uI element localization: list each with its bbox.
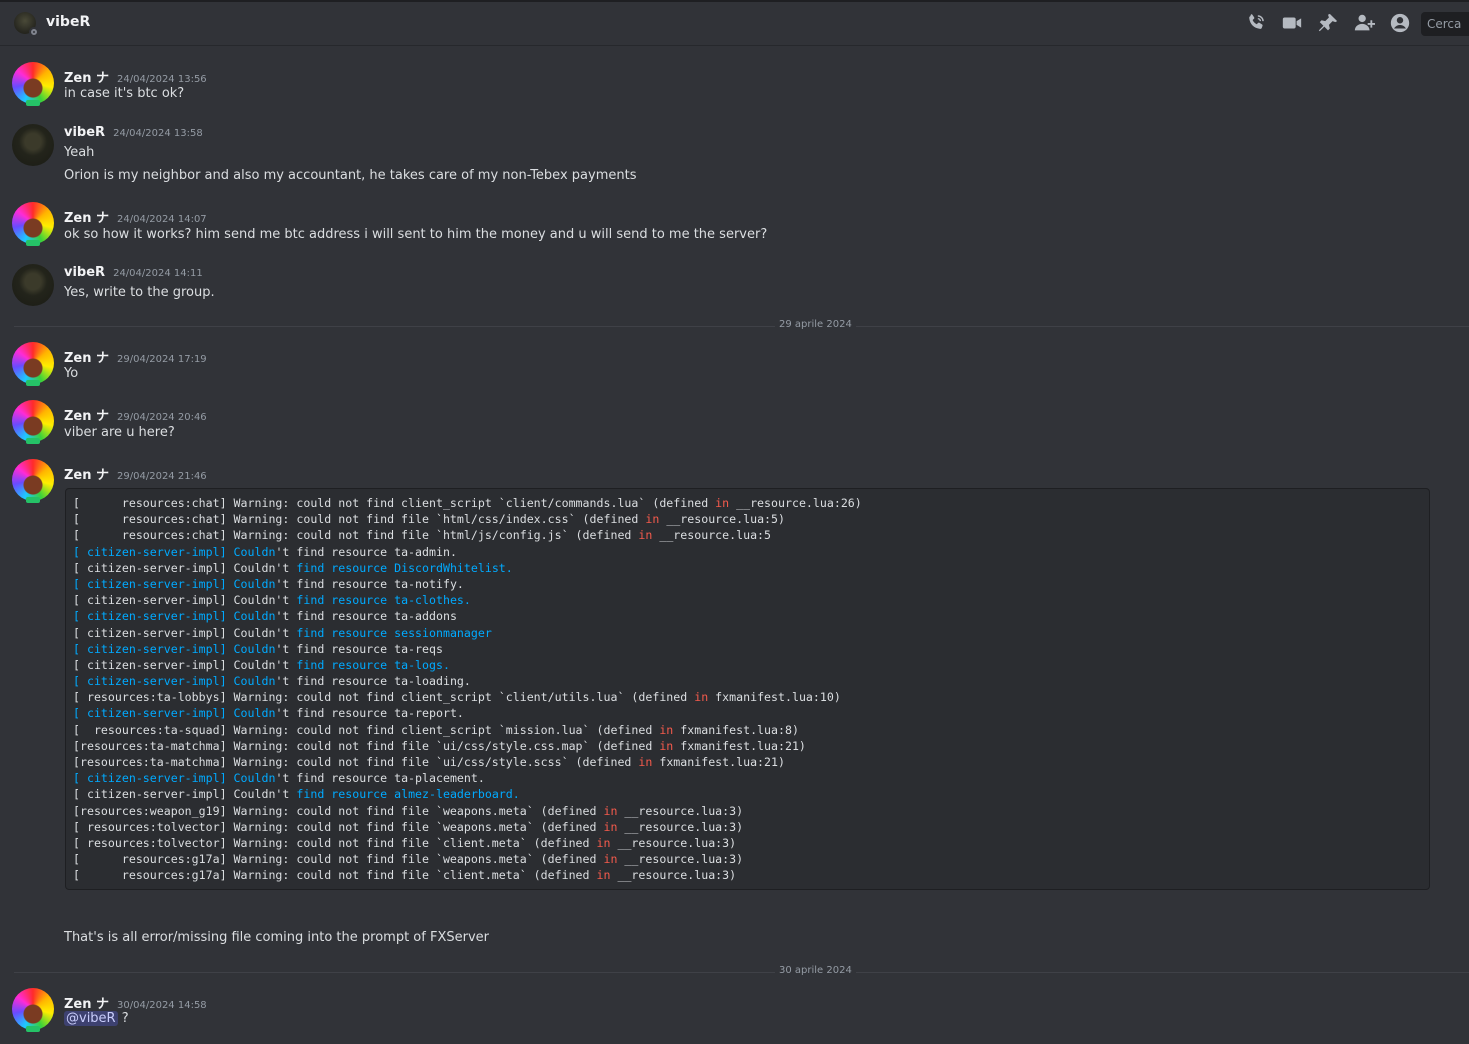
message-text: ok so how it works? him send me btc addr…	[64, 227, 768, 242]
author-name[interactable]: Zen ナ	[64, 347, 109, 366]
code-line: [resources:ta-matchma] Warning: could no…	[73, 738, 806, 753]
message-text: Yes, write to the group.	[64, 285, 215, 300]
author-name[interactable]: Zen ナ	[64, 993, 109, 1012]
code-line: [ resources:ta-lobbys] Warning: could no…	[73, 690, 841, 705]
code-line: [resources:ta-matchma] Warning: could no…	[73, 755, 785, 769]
code-line: [ resources:chat] Warning: could not fin…	[73, 512, 785, 527]
code-line: [ citizen-server-impl] Couldn't find res…	[73, 593, 471, 608]
author-name[interactable]: Zen ナ	[64, 405, 109, 424]
date-divider	[14, 326, 1469, 327]
user-profile-icon[interactable]	[1389, 12, 1411, 34]
header-avatar[interactable]	[14, 12, 39, 37]
timestamp: 29/04/2024 21:46	[117, 471, 207, 482]
avatar[interactable]	[12, 62, 54, 106]
avatar[interactable]	[12, 264, 54, 306]
code-line: [ citizen-server-impl] Couldn't find res…	[73, 674, 471, 689]
message-text: Yo	[64, 366, 79, 381]
code-line: [ citizen-server-impl] Couldn't find res…	[73, 641, 443, 656]
add-friends-icon[interactable]	[1353, 12, 1375, 34]
code-line: [ resources:g17a] Warning: could not fin…	[73, 852, 744, 867]
message-text: in case it's btc ok?	[64, 86, 185, 101]
author-name[interactable]: vibeR	[64, 125, 105, 140]
channel-header: vibeR Cerca	[0, 0, 1469, 46]
avatar[interactable]	[12, 202, 54, 246]
code-line: [ citizen-server-impl] Couldn't find res…	[73, 771, 485, 786]
code-line: [ citizen-server-impl] Couldn't find res…	[73, 625, 492, 640]
avatar[interactable]	[12, 124, 54, 166]
pin-icon[interactable]	[1317, 12, 1339, 34]
code-line: [ citizen-server-impl] Couldn't find res…	[73, 609, 457, 624]
date-divider	[14, 972, 1469, 973]
timestamp: 24/04/2024 14:07	[117, 214, 207, 225]
code-line: [ resources:ta-squad] Warning: could not…	[73, 722, 799, 737]
date-divider-label: 29 aprile 2024	[775, 319, 856, 330]
code-line: [ citizen-server-impl] Couldn't find res…	[73, 657, 450, 672]
code-line: [ citizen-server-impl] Couldn't find res…	[73, 787, 520, 802]
code-line: [ resources:chat] Warning: could not fin…	[73, 528, 772, 543]
message-text: @vibeR ?	[64, 1011, 129, 1026]
timestamp: 29/04/2024 17:19	[117, 354, 207, 365]
message-text: That's is all error/missing file coming …	[64, 930, 489, 945]
avatar[interactable]	[12, 459, 54, 503]
timestamp: 24/04/2024 13:58	[113, 128, 203, 139]
code-line: [ citizen-server-impl] Couldn't find res…	[73, 576, 464, 591]
avatar[interactable]	[12, 342, 54, 386]
timestamp: 30/04/2024 14:58	[117, 1000, 207, 1011]
avatar[interactable]	[12, 400, 54, 444]
header-toolbar	[1245, 12, 1411, 34]
message-text: Orion is my neighbor and also my account…	[64, 168, 637, 183]
author-name[interactable]: Zen ナ	[64, 67, 109, 86]
timestamp: 29/04/2024 20:46	[117, 412, 207, 423]
code-line: [ citizen-server-impl] Couldn't find res…	[73, 560, 513, 575]
author-name[interactable]: vibeR	[64, 265, 105, 280]
timestamp: 24/04/2024 14:11	[113, 268, 203, 279]
timestamp: 24/04/2024 13:56	[117, 74, 207, 85]
avatar[interactable]	[12, 988, 54, 1032]
code-line: [ citizen-server-impl] Couldn't find res…	[73, 544, 457, 559]
mention-suffix: ?	[117, 1011, 129, 1026]
author-name[interactable]: Zen ナ	[64, 207, 109, 226]
video-call-icon[interactable]	[1281, 12, 1303, 34]
code-line: [resources:weapon_g19] Warning: could no…	[73, 803, 744, 818]
code-line: [ resources:tolvector] Warning: could no…	[73, 819, 744, 834]
date-divider-label: 30 aprile 2024	[775, 965, 856, 976]
message-text: Yeah	[64, 145, 95, 160]
code-line: [ resources:g17a] Warning: could not fin…	[73, 868, 737, 883]
message-text: viber are u here?	[64, 425, 175, 440]
window-top-strip	[0, 0, 1469, 2]
search-input[interactable]: Cerca	[1421, 12, 1469, 36]
channel-title[interactable]: vibeR	[46, 14, 90, 30]
user-mention[interactable]: @vibeR	[64, 1011, 118, 1026]
code-line: [ citizen-server-impl] Couldn't find res…	[73, 706, 464, 721]
voice-call-icon[interactable]	[1245, 12, 1267, 34]
code-line: [ resources:chat] Warning: could not fin…	[73, 496, 862, 510]
code-line: [ resources:tolvector] Warning: could no…	[73, 835, 737, 850]
offline-status-icon	[29, 27, 39, 37]
code-block[interactable]: [ resources:chat] Warning: could not fin…	[65, 488, 1430, 890]
author-name[interactable]: Zen ナ	[64, 464, 109, 483]
